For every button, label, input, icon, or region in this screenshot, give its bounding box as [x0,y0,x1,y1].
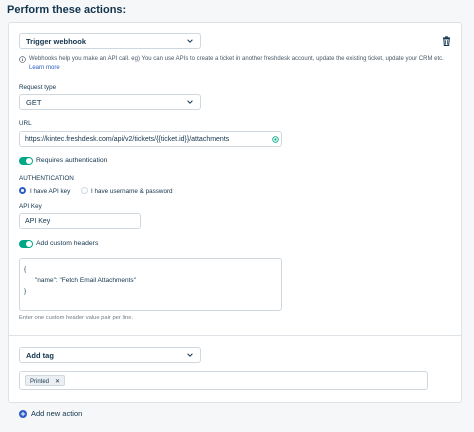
chevron-down-icon [187,100,193,104]
custom-headers-textarea[interactable]: { "name": "Fetch Email Attachments" } [19,258,282,311]
headers-line-2: "name": "Fetch Email Attachments" [35,277,136,284]
api-key-label: API Key [19,203,42,210]
url-input[interactable]: https://kintec.freshdesk.com/api/v2/tick… [19,131,282,147]
url-label: URL [19,120,32,127]
action-type-value: Trigger webhook [26,37,87,46]
help-text: Webhooks help you make an API call. eg) … [29,56,444,62]
auth-username-password-label: I have username & password [91,188,173,195]
url-value: https://kintec.freshdesk.com/api/v2/tick… [25,135,230,143]
webhook-help-text: Webhooks help you make an API call. eg) … [19,55,449,73]
section-heading: Perform these actions: [7,4,127,16]
headers-line-3: } [24,288,27,295]
tag-chip-label: Printed [30,378,50,385]
custom-headers-label: Add custom headers [36,240,99,247]
authentication-heading: AUTHENTICATION [19,175,74,182]
placeholder-insert-icon[interactable] [272,136,279,143]
auth-api-key-label: I have API key [30,188,71,195]
learn-more-link[interactable]: Learn more [29,65,60,71]
requires-auth-toggle[interactable] [19,157,33,165]
add-new-action-button[interactable]: Add new action [19,409,82,418]
auth-username-password-radio[interactable] [81,187,88,194]
plus-circle-icon [19,409,27,418]
action-type-select[interactable]: Trigger webhook [19,33,201,49]
requires-auth-label: Requires authentication [36,157,108,164]
request-type-label: Request type [19,84,57,91]
custom-headers-toggle[interactable] [19,240,33,248]
headers-hint: Enter one custom header value pair per l… [19,315,134,321]
api-key-input[interactable]: API Key [19,213,141,229]
api-key-value: API Key [25,217,51,225]
webhook-action-card: Trigger webhook Webhooks help you make a… [8,22,462,335]
request-type-value: GET [26,98,42,107]
trash-icon[interactable] [442,36,451,46]
request-type-select[interactable]: GET [19,94,201,110]
chevron-down-icon [187,39,193,43]
remove-tag-icon[interactable]: ✕ [55,379,60,385]
tag-input[interactable]: Printed ✕ [19,371,428,390]
add-new-action-label: Add new action [31,409,83,418]
tag-action-value: Add tag [26,351,54,360]
headers-line-1: { [24,266,27,273]
tag-action-select[interactable]: Add tag [19,347,201,363]
auth-api-key-radio[interactable] [19,187,26,194]
tag-chip: Printed ✕ [25,375,66,386]
tag-action-card: Add tag Printed ✕ [8,335,462,403]
info-icon [19,56,26,63]
chevron-down-icon [187,353,193,357]
